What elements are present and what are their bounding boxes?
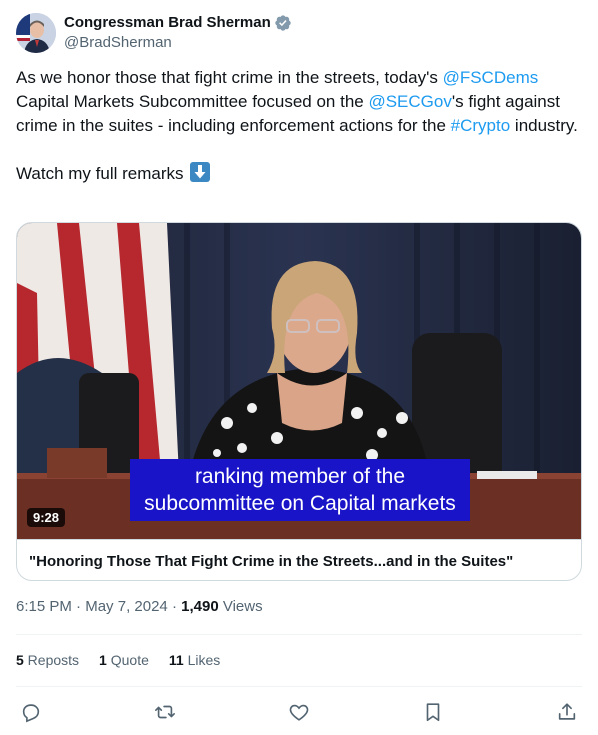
author-name[interactable]: Congressman Brad Sherman [64, 13, 271, 33]
bookmark-button[interactable] [418, 697, 448, 727]
video-card[interactable]: ranking member of the subcommittee on Ca… [16, 222, 582, 581]
mention-secgov-link[interactable]: @SECGov [368, 92, 451, 111]
bookmark-icon [426, 703, 440, 722]
repost-icon [155, 705, 175, 719]
like-icon [289, 704, 309, 721]
action-bar [0, 697, 598, 727]
meta-separator: · [71, 598, 86, 615]
video-player[interactable]: ranking member of the subcommittee on Ca… [17, 223, 581, 539]
tweet-date[interactable]: May 7, 2024 [85, 598, 168, 615]
tweet-header: Congressman Brad Sherman @BradSherman [16, 12, 582, 54]
divider [16, 634, 582, 635]
likes-label: Likes [183, 652, 221, 668]
video-title[interactable]: "Honoring Those That Fight Crime in the … [17, 539, 581, 580]
share-button[interactable] [552, 697, 582, 727]
reposts-stat[interactable]: 5 Reposts [16, 650, 79, 670]
tweet-text-segment: As we honor those that fight crime in th… [16, 68, 443, 87]
share-icon [558, 703, 576, 720]
hashtag-crypto-link[interactable]: #Crypto [451, 116, 511, 135]
views-label: Views [218, 598, 263, 615]
likes-stat[interactable]: 11 Likes [169, 650, 220, 670]
verified-badge-icon [275, 15, 291, 31]
down-arrow-emoji-icon [190, 162, 211, 182]
tweet-text-segment: industry. [510, 116, 578, 135]
watch-line: Watch my full remarks [16, 162, 582, 186]
tweet-body: As we honor those that fight crime in th… [16, 66, 582, 138]
tweet-text-segment: Capital Markets Subcommittee focused on … [16, 92, 369, 111]
reposts-count: 5 [16, 652, 24, 668]
likes-count: 11 [168, 652, 184, 668]
avatar[interactable] [16, 13, 56, 53]
quotes-count: 1 [99, 652, 107, 668]
reply-button[interactable] [16, 697, 46, 727]
tweet-text: As we honor those that fight crime in th… [16, 66, 582, 210]
author-handle[interactable]: @BradSherman [64, 33, 292, 53]
repost-button[interactable] [150, 697, 180, 727]
watch-text: Watch my full remarks [16, 164, 189, 183]
mention-fscdems-link[interactable]: @FSCDems [443, 68, 539, 87]
tweet-meta: 6:15 PM · May 7, 2024 · 1,490 Views [16, 597, 263, 617]
reply-icon [22, 704, 40, 723]
engagement-stats: 5 Reposts 1 Quote 11 Likes [16, 650, 240, 670]
tweet-time[interactable]: 6:15 PM [16, 598, 72, 615]
caption-line-2: subcommittee on Capital markets [144, 492, 456, 515]
caption-line-1: ranking member of the [194, 465, 406, 488]
video-caption: ranking member of the subcommittee on Ca… [130, 459, 470, 521]
views-count: 1,490 [181, 598, 219, 615]
quotes-stat[interactable]: 1 Quote [99, 650, 149, 670]
reposts-label: Reposts [23, 652, 80, 668]
video-duration-badge: 9:28 [27, 508, 66, 527]
meta-separator: · [167, 598, 182, 615]
quotes-label: Quote [106, 652, 149, 668]
divider [16, 686, 582, 687]
like-button[interactable] [284, 697, 314, 727]
